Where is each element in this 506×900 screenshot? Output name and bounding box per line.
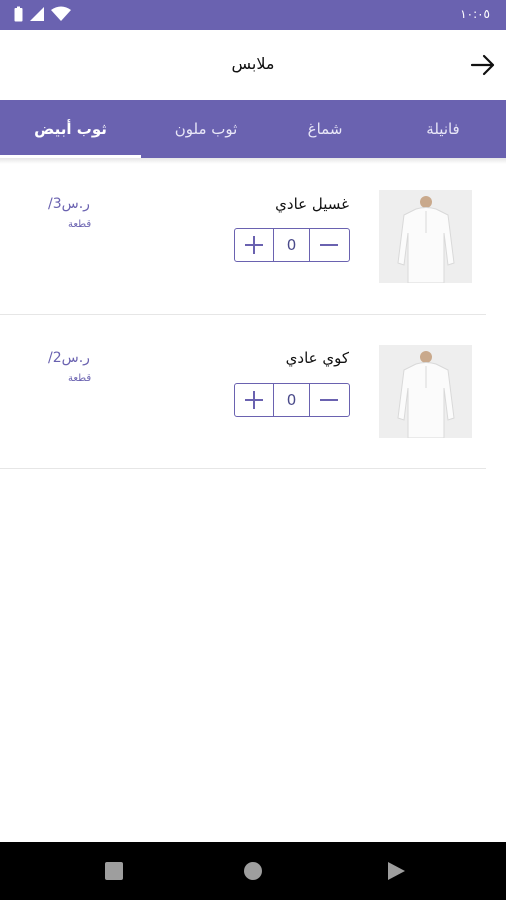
wifi-icon — [51, 6, 71, 21]
tab-colored-thobe[interactable]: ثوب ملون — [141, 100, 271, 158]
thobe-image — [396, 196, 455, 283]
recents-button[interactable] — [102, 859, 126, 883]
app-bar: ملابس — [0, 30, 506, 100]
item-image — [379, 345, 472, 438]
item-unit: قطعة — [68, 373, 92, 384]
increment-button[interactable] — [235, 229, 273, 261]
item-image — [379, 190, 472, 283]
arrow-right-icon — [470, 54, 495, 76]
quantity-stepper: 0 — [234, 383, 350, 417]
tab-vest[interactable]: فانيلة — [380, 100, 506, 158]
divider — [0, 314, 486, 315]
item-unit: قطعة — [68, 219, 92, 230]
circle-icon — [244, 862, 262, 880]
minus-icon — [320, 244, 338, 246]
back-nav-button[interactable] — [384, 859, 408, 883]
category-tabs: فانيلة شماغ ثوب ملون ثوب أبيض — [0, 100, 506, 158]
square-icon — [105, 862, 123, 880]
signal-icon — [30, 7, 44, 21]
system-nav-bar — [0, 842, 506, 900]
page-title: ملابس — [231, 54, 275, 73]
thobe-image — [396, 351, 455, 438]
battery-icon — [14, 6, 23, 22]
quantity-value: 0 — [273, 229, 310, 261]
status-time: ١٠:٠٥ — [460, 7, 490, 21]
tab-white-thobe[interactable]: ثوب أبيض — [0, 100, 141, 158]
plus-icon — [245, 391, 263, 409]
item-price: /3ر.س — [48, 196, 90, 212]
increment-button[interactable] — [235, 384, 273, 416]
quantity-value: 0 — [273, 384, 310, 416]
plus-icon — [245, 236, 263, 254]
status-bar: ١٠:٠٥ — [0, 0, 506, 30]
decrement-button[interactable] — [310, 229, 348, 261]
item-price: /2ر.س — [48, 350, 90, 366]
item-name: غسيل عادي — [275, 195, 349, 213]
triangle-icon — [388, 862, 405, 880]
tab-shadow — [0, 158, 506, 164]
home-button[interactable] — [241, 859, 265, 883]
quantity-stepper: 0 — [234, 228, 350, 262]
tab-shemagh[interactable]: شماغ — [265, 100, 385, 158]
decrement-button[interactable] — [310, 384, 348, 416]
divider — [0, 468, 486, 469]
item-name: كوي عادي — [285, 349, 349, 367]
status-icons — [14, 6, 71, 22]
minus-icon — [320, 399, 338, 401]
back-button[interactable] — [466, 48, 500, 82]
